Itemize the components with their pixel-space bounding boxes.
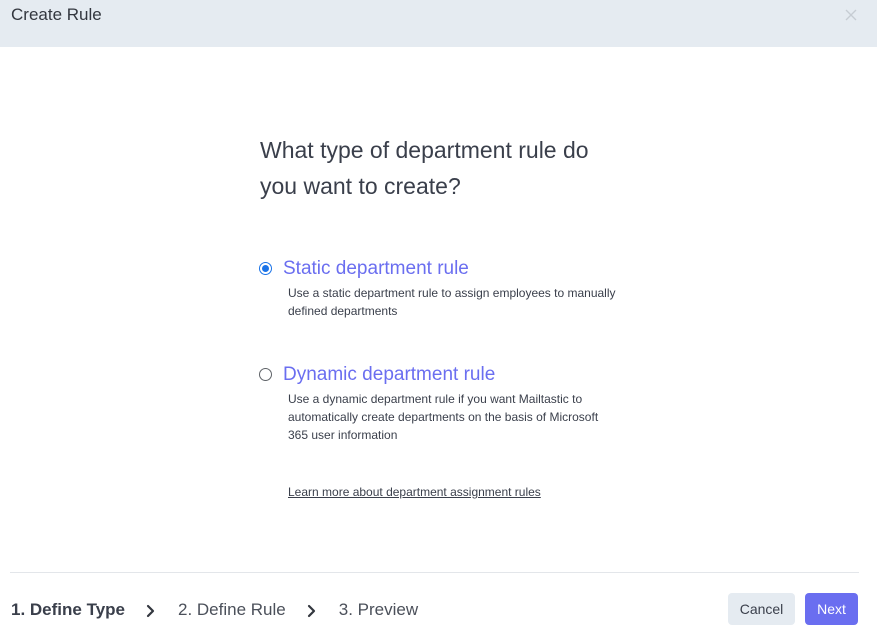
step-preview: 3. Preview [338,600,419,619]
dialog-title: Create Rule [11,5,102,24]
chevron-right-icon [306,603,318,618]
learn-more-link[interactable]: Learn more about department assignment r… [288,485,541,499]
chevron-right-icon [145,603,157,618]
static-rule-title[interactable]: Static department rule [283,257,469,281]
wizard-steps: 1. Define Type 2. Define Rule 3. Preview [11,598,418,622]
footer-divider [10,572,859,573]
dynamic-rule-description: Use a dynamic department rule if you wan… [288,392,599,442]
dynamic-rule-title[interactable]: Dynamic department rule [283,363,495,387]
cancel-button[interactable]: Cancel [728,593,795,625]
next-button[interactable]: Next [805,593,858,625]
static-rule-radio[interactable] [259,262,272,275]
step-define-rule: 2. Define Rule [178,600,286,619]
question-heading: What type of department rule do you want… [260,137,589,199]
step-define-type: 1. Define Type [11,600,125,619]
static-rule-description: Use a static department rule to assign e… [288,286,616,318]
close-icon[interactable] [842,6,860,24]
create-rule-dialog: Create Rule What type of department rule… [0,0,877,635]
dialog-header: Create Rule [0,0,877,47]
dynamic-rule-radio[interactable] [259,368,272,381]
